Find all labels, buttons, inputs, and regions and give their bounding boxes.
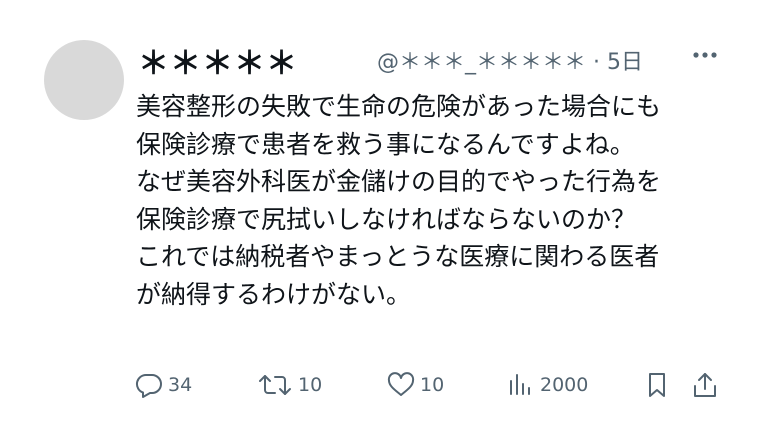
post-card: ＊＊＊＊＊ @＊＊＊_＊＊＊＊＊ · 5日 美容整形の失敗で生命の危険があった場…	[0, 0, 768, 428]
views-icon	[506, 370, 536, 400]
share-button[interactable]	[690, 365, 720, 405]
post-meta: @＊＊＊_＊＊＊＊＊ · 5日	[377, 44, 643, 76]
post-text-line: これでは納税者やまっとうな医療に関わる医者	[136, 242, 660, 271]
bookmark-button[interactable]	[644, 365, 670, 405]
action-bar: 34 10 10 2000	[0, 365, 768, 405]
share-icon	[690, 370, 720, 400]
display-name[interactable]: ＊＊＊＊＊	[138, 38, 298, 83]
post-text: 美容整形の失敗で生命の危険があった場合にも 保険診療で患者を救う事になるんですよ…	[136, 88, 736, 313]
post-text-line: 保険診療で尻拭いしなければならないのか？	[136, 204, 637, 234]
post-timestamp[interactable]: 5日	[607, 50, 643, 75]
post-header: ＊＊＊＊＊ @＊＊＊_＊＊＊＊＊ · 5日	[138, 36, 724, 82]
user-handle[interactable]: @＊＊＊_＊＊＊＊＊	[377, 50, 586, 75]
views-count: 2000	[540, 374, 589, 396]
heart-icon	[386, 370, 416, 400]
reply-count: 34	[168, 374, 193, 396]
meta-separator: ·	[593, 50, 601, 75]
post-text-line: 美容整形の失敗で生命の危険があった場合にも	[136, 92, 662, 121]
reply-icon	[134, 370, 164, 400]
bookmark-icon	[644, 370, 670, 400]
repost-count: 10	[298, 374, 323, 396]
like-button[interactable]: 10	[386, 365, 444, 405]
post-text-line: なぜ美容外科医が金儲けの目的でやった行為を	[136, 167, 662, 196]
post-text-line: 保険診療で患者を救う事になるんですよね。	[136, 129, 635, 159]
avatar[interactable]	[44, 40, 124, 120]
reply-button[interactable]: 34	[134, 365, 192, 405]
post-text-line: が納得するわけがない。	[136, 279, 412, 309]
more-icon[interactable]	[690, 42, 720, 68]
repost-icon	[256, 370, 294, 400]
like-count: 10	[420, 374, 445, 396]
repost-button[interactable]: 10	[256, 365, 322, 405]
views-button[interactable]: 2000	[506, 365, 588, 405]
